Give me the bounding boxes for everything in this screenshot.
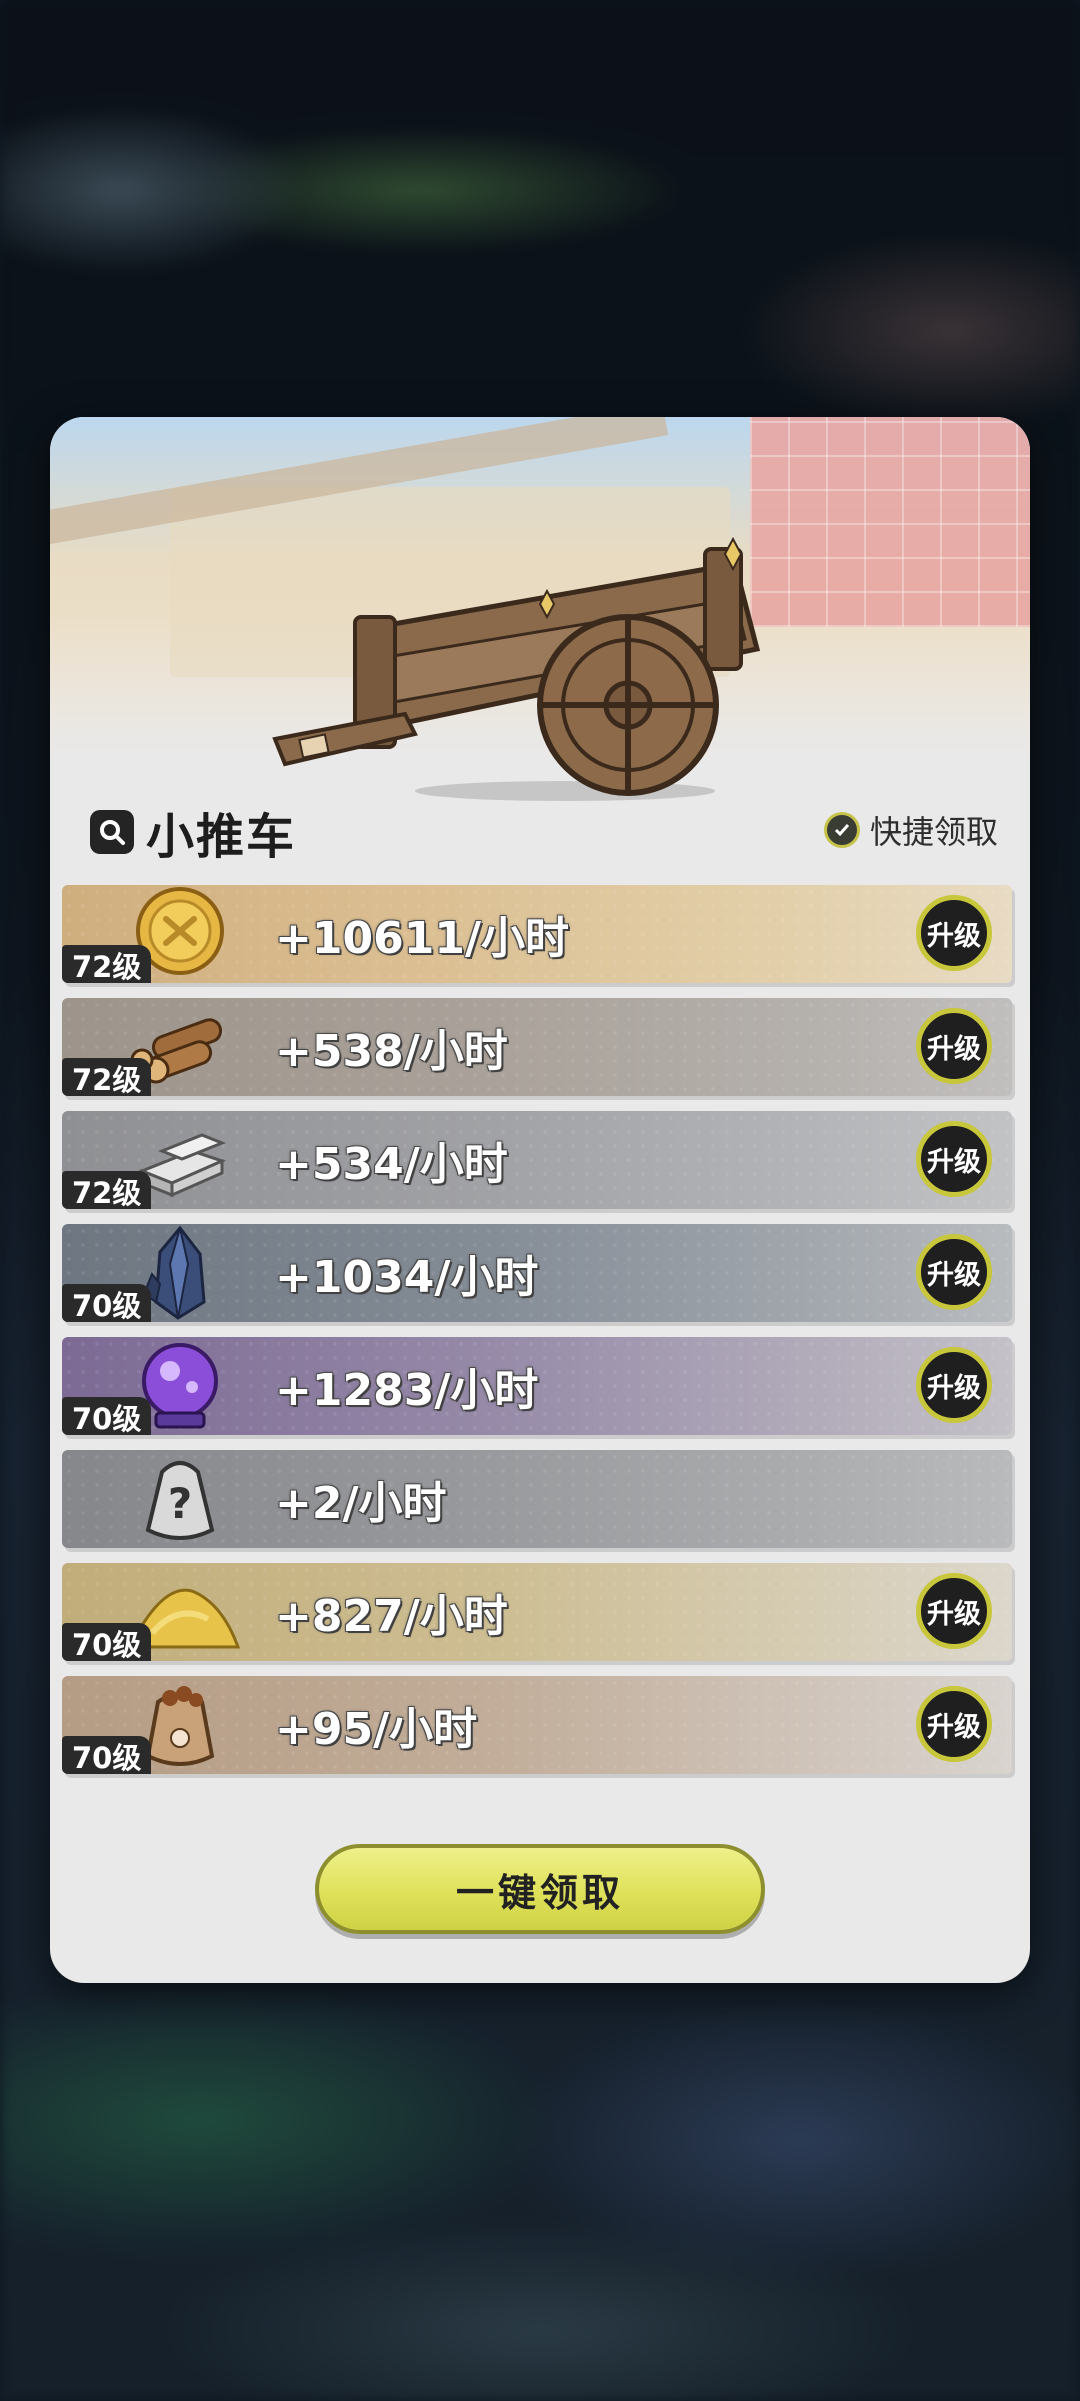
production-rate: +1283/小时 — [275, 1365, 539, 1416]
upgrade-button[interactable]: 升级 — [916, 1347, 992, 1423]
upgrade-button[interactable]: 升级 — [916, 1686, 992, 1762]
level-badge: 72级 — [62, 945, 152, 983]
level-badge: 72级 — [62, 1171, 152, 1209]
production-rate: +827/小时 — [275, 1591, 508, 1642]
upgrade-button[interactable]: 升级 — [916, 1573, 992, 1649]
production-rate: +538/小时 — [275, 1026, 508, 1077]
page-title: 小推车 — [146, 809, 297, 865]
search-icon[interactable] — [90, 810, 134, 854]
resource-row: 70级 +1283/小时 升级 — [62, 1337, 1012, 1435]
resource-row: 72级 +534/小时 升级 — [62, 1111, 1012, 1209]
resource-row: 72级 +538/小时 升级 — [62, 998, 1012, 1096]
quick-claim-toggle[interactable]: 快捷领取 — [823, 807, 998, 853]
production-rate: +10611/小时 — [275, 913, 570, 964]
resource-row: 70级 +95/小时 升级 — [62, 1676, 1012, 1774]
level-badge: 70级 — [62, 1736, 152, 1774]
quick-claim-label: 快捷领取 — [869, 813, 998, 851]
resource-row: 70级 +1034/小时 升级 — [62, 1224, 1012, 1322]
level-badge: 70级 — [62, 1397, 152, 1435]
resource-row: 70级 +827/小时 升级 — [62, 1563, 1012, 1661]
level-badge: 70级 — [62, 1284, 152, 1322]
cart-illustration — [272, 536, 761, 801]
panel-header: 小推车 — [90, 797, 296, 867]
cart-panel: 小推车 快捷领取 72级 +10611/小时 升级 72级 +538/小时 升级… — [50, 417, 1030, 1983]
check-icon — [823, 812, 860, 848]
level-badge: 72级 — [62, 1058, 152, 1096]
svg-text:?: ? — [168, 1479, 192, 1528]
production-rate: +534/小时 — [275, 1139, 508, 1190]
production-rate: +1034/小时 — [275, 1252, 539, 1303]
cart-banner — [50, 417, 1030, 801]
resource-row: ? +2/小时 — [62, 1450, 1012, 1548]
resource-list: 72级 +10611/小时 升级 72级 +538/小时 升级 72级 +534… — [62, 885, 1012, 1789]
mystery-sack-icon: ? — [145, 1461, 215, 1540]
resource-row: 72级 +10611/小时 升级 — [62, 885, 1012, 983]
upgrade-button[interactable]: 升级 — [916, 895, 992, 971]
upgrade-button[interactable]: 升级 — [916, 1234, 992, 1310]
production-rate: +95/小时 — [275, 1704, 478, 1755]
upgrade-button[interactable]: 升级 — [916, 1008, 992, 1084]
production-rate: +2/小时 — [275, 1478, 447, 1529]
upgrade-button[interactable]: 升级 — [916, 1121, 992, 1197]
level-badge: 70级 — [62, 1623, 152, 1661]
claim-all-button[interactable]: 一键领取 — [315, 1844, 765, 1934]
